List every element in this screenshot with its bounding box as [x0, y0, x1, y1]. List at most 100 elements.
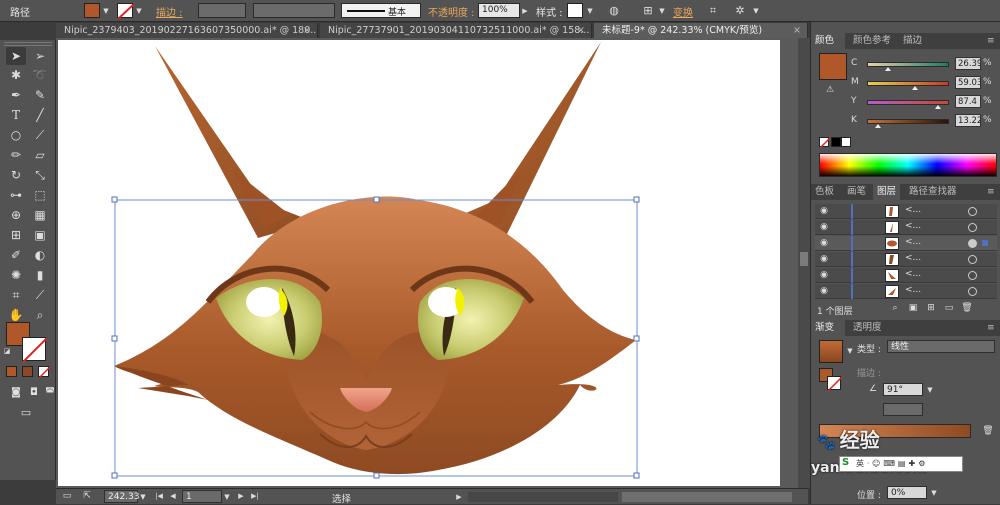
fox-illustration[interactable] — [58, 40, 780, 486]
gradient-preview-swatch[interactable] — [819, 340, 843, 363]
yellow-slider[interactable]: Y 87.4 % — [851, 95, 1000, 109]
layer-name[interactable]: <... — [905, 221, 921, 231]
panel-grip[interactable] — [4, 42, 52, 46]
chevron-down-icon[interactable]: ▼ — [929, 486, 939, 500]
visibility-eye-icon[interactable]: ◉ — [818, 253, 830, 266]
transform-label[interactable]: 变换 — [673, 4, 693, 19]
scale-tool-icon[interactable]: ⤡ — [30, 166, 50, 184]
cyan-value-field[interactable]: 26.39 — [955, 57, 981, 70]
gradient-angle-field[interactable]: 91° — [883, 383, 923, 396]
clipping-mask-icon[interactable]: ▣ — [907, 301, 919, 315]
paintbrush-tool-icon[interactable]: ⟋ — [30, 126, 50, 144]
left-ear[interactable] — [155, 46, 314, 238]
visibility-eye-icon[interactable]: ◉ — [818, 237, 830, 250]
slider-thumb[interactable] — [935, 105, 942, 109]
tab-layers[interactable]: 图层 — [873, 184, 901, 200]
stroke-weight-field[interactable] — [198, 3, 246, 18]
column-graph-tool-icon[interactable]: ▮ — [30, 266, 50, 284]
gradient-tool-icon[interactable]: ▣ — [30, 226, 50, 244]
gradient-position-field[interactable]: 0% — [887, 486, 927, 499]
scrollbar-thumb[interactable] — [622, 492, 792, 502]
align-icon[interactable]: ⊞ — [638, 2, 658, 20]
next-artboard-icon[interactable]: ▶ — [236, 488, 246, 504]
shape-builder-tool-icon[interactable]: ⊕ — [6, 206, 26, 224]
options-icon[interactable]: ✲ — [730, 2, 750, 20]
none-mode-icon[interactable] — [38, 366, 51, 379]
variable-width-profile[interactable] — [253, 3, 335, 18]
stroke-label[interactable]: 描边 : — [156, 4, 183, 19]
black-slider[interactable]: K 13.22 % — [851, 114, 1000, 128]
width-tool-icon[interactable]: ⊶ — [6, 186, 26, 204]
slider-thumb[interactable] — [885, 67, 892, 71]
tab-transparency[interactable]: 透明度 — [849, 320, 886, 336]
blend-tool-icon[interactable]: ◐ — [30, 246, 50, 264]
visibility-eye-icon[interactable]: ◉ — [818, 285, 830, 298]
close-icon[interactable]: × — [303, 23, 311, 38]
tab-color[interactable]: 颜色 — [811, 33, 845, 49]
artboard-tool-icon[interactable]: ⌗ — [6, 286, 26, 304]
locate-object-icon[interactable]: ⌕ — [889, 301, 901, 315]
canvas-area[interactable] — [56, 38, 798, 488]
tab-color-guide[interactable]: 颜色参考 — [849, 33, 895, 49]
zoom-field[interactable]: 242.33 — [104, 490, 140, 503]
prev-artboard-icon[interactable]: ◀ — [168, 488, 178, 504]
panel-menu-icon[interactable]: ≡ — [983, 184, 999, 200]
new-layer-icon[interactable]: ▭ — [943, 301, 955, 315]
selection-handle[interactable] — [633, 196, 640, 203]
tab-pathfinder[interactable]: 路径查找器 — [905, 184, 961, 200]
selection-handle[interactable] — [633, 335, 640, 342]
none-color-swatch[interactable] — [819, 137, 831, 149]
black-value-field[interactable]: 13.22 — [955, 114, 981, 127]
artboard-number-field[interactable]: 1 — [182, 490, 222, 503]
gradient-type-select[interactable]: 线性 — [887, 340, 995, 353]
delete-stop-icon[interactable]: 🗑 — [981, 424, 995, 438]
color-preview-swatch[interactable] — [819, 53, 847, 80]
target-circle-icon[interactable] — [968, 271, 977, 280]
curvature-tool-icon[interactable]: ✎ — [30, 86, 50, 104]
eyedropper-tool-icon[interactable]: ✐ — [6, 246, 26, 264]
selection-indicator[interactable] — [982, 240, 988, 246]
target-circle-icon[interactable] — [968, 255, 977, 264]
target-circle-icon[interactable] — [968, 223, 977, 232]
target-circle-icon[interactable] — [968, 239, 977, 248]
layer-row[interactable]: ◉ <... — [815, 268, 997, 283]
ime-toolbar[interactable]: S 英ᐧ☺⌨▤✚⚙ — [839, 456, 963, 472]
cyan-slider[interactable]: C 26.39 % — [851, 57, 1000, 71]
chevron-down-icon[interactable]: ▼ — [222, 490, 232, 504]
visibility-eye-icon[interactable]: ◉ — [818, 269, 830, 282]
artboard-nav-icon[interactable]: ▭ — [60, 488, 74, 504]
visibility-eye-icon[interactable]: ◉ — [818, 205, 830, 218]
out-of-gamut-icon[interactable]: ⚠ — [823, 84, 837, 96]
first-artboard-icon[interactable]: |◀ — [154, 488, 164, 504]
layer-name[interactable]: <... — [905, 269, 921, 279]
panel-menu-icon[interactable]: ≡ — [983, 320, 999, 336]
chevron-right-icon[interactable]: ▶ — [454, 490, 464, 504]
pen-tool-icon[interactable]: ✒ — [6, 86, 26, 104]
artboard[interactable] — [58, 40, 780, 486]
black-swatch[interactable] — [831, 137, 841, 147]
horizontal-scrollbar[interactable] — [468, 492, 618, 502]
perspective-grid-tool-icon[interactable]: ▦ — [30, 206, 50, 224]
layer-name[interactable]: <... — [905, 205, 921, 215]
chevron-down-icon[interactable]: ▼ — [134, 4, 144, 18]
color-mode-icon[interactable] — [6, 366, 17, 377]
selection-handle[interactable] — [373, 472, 380, 479]
chevron-down-icon[interactable]: ▼ — [657, 4, 667, 18]
opacity-field[interactable]: 100% — [478, 3, 520, 18]
chevron-down-icon[interactable]: ▼ — [845, 344, 855, 358]
ime-buttons-icon[interactable]: 英ᐧ☺⌨▤✚⚙ — [856, 458, 928, 469]
type-tool-icon[interactable]: T — [6, 106, 26, 124]
isolate-icon[interactable]: ⌗ — [703, 2, 723, 20]
aspect-ratio-field[interactable] — [883, 403, 923, 416]
pencil-tool-icon[interactable]: ✏ — [6, 146, 26, 164]
draw-normal-icon[interactable]: ◙ — [6, 384, 26, 402]
tab-stroke[interactable]: 描边 — [899, 33, 926, 49]
fill-swatch[interactable] — [84, 3, 100, 18]
lasso-tool-icon[interactable]: ➰ — [30, 66, 50, 84]
selection-tool-icon[interactable]: ➤ — [6, 47, 26, 65]
chevron-down-icon[interactable]: ▼ — [751, 4, 761, 18]
layer-row[interactable]: ◉ <... — [815, 252, 997, 267]
chevron-right-icon[interactable]: ▶ — [520, 4, 530, 18]
rotate-tool-icon[interactable]: ↻ — [6, 166, 26, 184]
recolor-artwork-icon[interactable]: ◍ — [604, 2, 624, 20]
